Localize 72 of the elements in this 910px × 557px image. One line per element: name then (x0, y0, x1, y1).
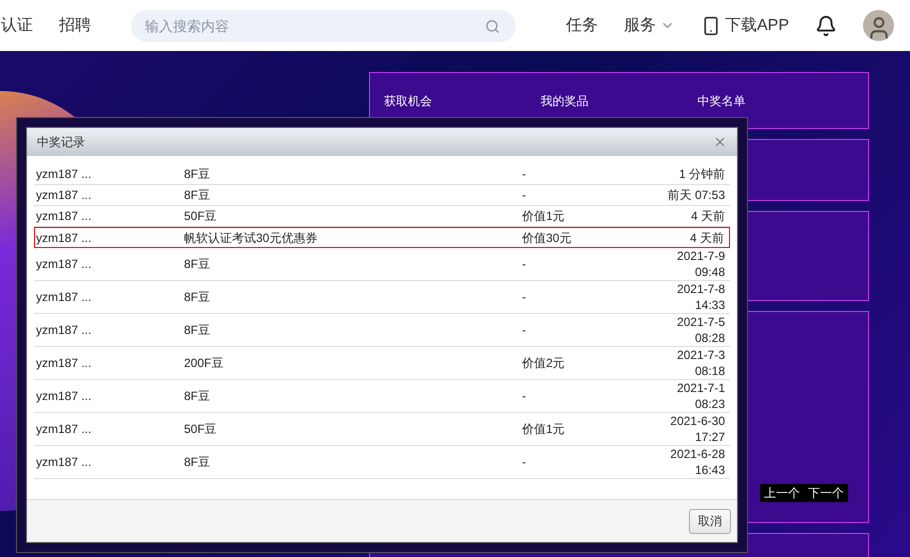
prize-value: 价值1元 (522, 208, 566, 225)
prize-value: - (522, 388, 527, 405)
nav-link[interactable]: 任务 (566, 14, 598, 38)
pager-button[interactable]: 下一个 (804, 484, 848, 502)
record-row[interactable]: yzm187 ... 帆软认证考试30元优惠券 价值30元 4 天前 (34, 227, 730, 248)
user-name: yzm187 ... (36, 187, 92, 204)
user-name: yzm187 ... (36, 230, 92, 246)
win-time: 2021-7-8 14:33 (676, 281, 726, 313)
prize-name: 8F豆 (184, 187, 212, 204)
win-time: 2021-6-28 16:43 (669, 446, 726, 478)
user-name: yzm187 ... (36, 355, 92, 372)
prize-name: 50F豆 (184, 421, 218, 438)
nav-link[interactable]: 招聘 (59, 14, 91, 38)
win-time: 4 天前 (688, 230, 725, 246)
prize-value: - (522, 166, 527, 183)
record-row[interactable]: yzm187 ... 8F豆 - 前天 07:53 (34, 185, 730, 206)
user-name: yzm187 ... (36, 322, 92, 339)
prize-value: - (522, 187, 527, 204)
notification-bell-icon[interactable] (815, 14, 837, 36)
search-icon[interactable] (485, 18, 500, 34)
close-icon[interactable] (713, 135, 727, 149)
prize-name: 200F豆 (184, 355, 224, 372)
prize-name: 帆软认证考试30元优惠券 (184, 230, 318, 246)
win-time: 前天 07:53 (666, 187, 726, 203)
prize-value: 价值1元 (522, 421, 566, 438)
win-time: 2021-7-3 08:18 (676, 347, 726, 379)
win-time: 4 天前 (690, 208, 726, 224)
prize-name: 8F豆 (184, 454, 212, 471)
win-time: 1 分钟前 (678, 166, 726, 182)
user-name: yzm187 ... (36, 208, 92, 225)
prize-value: - (522, 322, 527, 339)
win-time: 2021-7-9 09:48 (676, 248, 726, 280)
record-row[interactable]: yzm187 ... 200F豆 价值2元 2021-7-3 08:18 (34, 347, 730, 380)
prize-value: - (522, 289, 527, 306)
record-row[interactable]: yzm187 ... 8F豆 - 2021-7-8 14:33 (34, 281, 730, 314)
prize-value: - (522, 256, 527, 273)
prize-name: 8F豆 (184, 256, 212, 273)
win-time: 2021-7-5 08:28 (676, 314, 726, 346)
panel-tab[interactable]: 我的奖品 (540, 92, 698, 110)
win-time: 2021-6-30 17:27 (669, 413, 726, 445)
prize-name: 50F豆 (184, 208, 218, 225)
record-row[interactable]: yzm187 ... 8F豆 - 2021-7-9 09:48 (34, 248, 730, 281)
prize-name: 8F豆 (184, 289, 212, 306)
download-app-link[interactable]: 下载APP (700, 14, 789, 38)
prize-name: 8F豆 (184, 166, 212, 183)
user-name: yzm187 ... (36, 256, 92, 273)
search-field[interactable]: 输入搜索内容 (131, 10, 516, 42)
record-row[interactable]: yzm187 ... 8F豆 - 2021-6-28 16:43 (34, 446, 730, 479)
prize-value: 价值2元 (522, 355, 566, 372)
record-row[interactable]: yzm187 ... 50F豆 价值1元 2021-6-30 17:27 (34, 413, 730, 446)
nav-link[interactable]: 认证 (1, 14, 33, 38)
user-name: yzm187 ... (36, 454, 92, 471)
user-name: yzm187 ... (36, 388, 92, 405)
panel-tab[interactable]: 中奖名单 (697, 92, 854, 110)
prize-name: 8F豆 (184, 388, 212, 405)
win-time: 2021-7-1 08:23 (676, 380, 726, 412)
record-row[interactable]: yzm187 ... 50F豆 价值1元 4 天前 (34, 206, 730, 227)
record-row[interactable]: yzm187 ... 8F豆 - 1 分钟前 (34, 164, 730, 185)
user-name: yzm187 ... (36, 166, 92, 183)
cancel-button[interactable]: 取消 (689, 508, 731, 534)
dialog-title: 中奖记录 (37, 134, 85, 151)
user-name: yzm187 ... (36, 289, 92, 306)
record-row[interactable]: yzm187 ... 8F豆 - 2021-7-1 08:23 (34, 380, 730, 413)
services-menu[interactable]: 服务 (624, 14, 675, 38)
record-row[interactable]: yzm187 ... 8F豆 - 2021-7-5 08:28 (34, 314, 730, 347)
prize-value: 价值30元 (522, 230, 572, 246)
prize-name: 8F豆 (184, 322, 212, 339)
user-name: yzm187 ... (36, 421, 92, 438)
pager-button[interactable]: 上一个 (760, 484, 804, 502)
prize-value: - (522, 454, 527, 471)
panel-tab[interactable]: 获取机会 (384, 92, 541, 110)
avatar[interactable] (863, 10, 894, 41)
